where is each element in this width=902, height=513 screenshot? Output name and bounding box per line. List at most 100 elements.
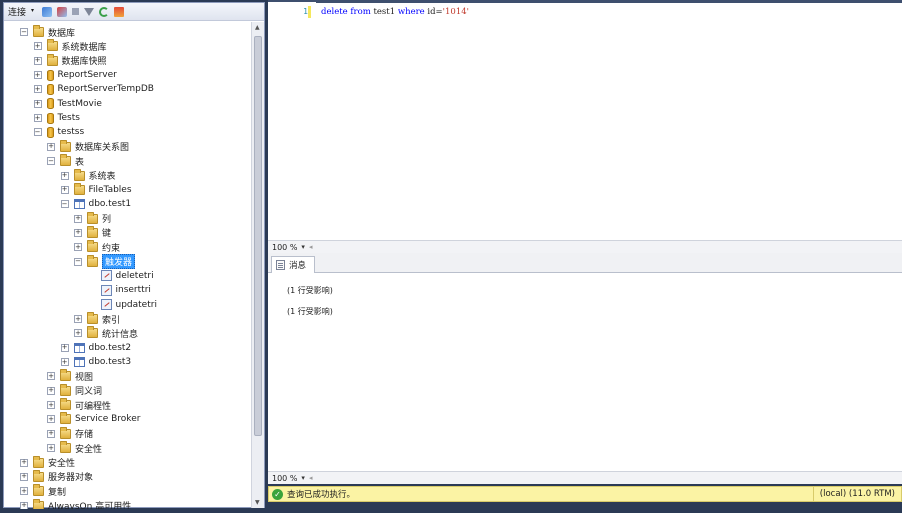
tree-node-label[interactable]: 数据库 — [48, 26, 75, 39]
tree-node[interactable]: − 数据库 — [20, 25, 75, 39]
expand-icon[interactable]: + — [60, 343, 69, 352]
expand-icon[interactable]: + — [33, 42, 42, 51]
tree-node[interactable]: + 数据库关系图 — [47, 139, 129, 154]
tree-node-label[interactable]: testss — [58, 127, 85, 137]
object-explorer-scrollbar[interactable]: ▲ ▼ — [251, 22, 264, 508]
filter-icon[interactable] — [84, 7, 95, 16]
tree-node-label[interactable]: 数据库快照 — [62, 54, 107, 67]
expand-icon[interactable]: + — [47, 429, 55, 438]
tree-node[interactable]: + 安全性 — [47, 441, 102, 455]
tree-node[interactable]: − testss — [33, 125, 85, 139]
expand-icon[interactable]: + — [47, 415, 55, 424]
tree-node-label[interactable]: 索引 — [102, 313, 120, 326]
tree-node[interactable]: + 系统数据库 — [33, 39, 107, 53]
expand-icon[interactable]: + — [74, 329, 82, 338]
tree-node-label[interactable]: 安全性 — [75, 442, 102, 455]
collapse-icon[interactable]: − — [33, 128, 42, 137]
tree-node-label[interactable]: deletetri — [116, 271, 154, 281]
tree-node[interactable]: + dbo.test3 — [60, 355, 132, 369]
expand-icon[interactable]: + — [47, 372, 55, 381]
tree-node[interactable]: + AlwaysOn 高可用性 — [20, 498, 131, 509]
tree-node-label[interactable]: ReportServerTempDB — [58, 84, 154, 94]
expand-icon[interactable]: + — [33, 114, 42, 123]
tree-node[interactable]: + 统计信息 — [74, 326, 138, 340]
tree-node-label[interactable]: dbo.test3 — [89, 357, 132, 367]
tree-node[interactable]: + 索引 — [74, 312, 120, 326]
tree-node-label[interactable]: 约束 — [102, 241, 120, 254]
tree-node-label[interactable]: 可编程性 — [75, 399, 111, 412]
scrollbar-thumb[interactable] — [254, 36, 262, 436]
expand-icon[interactable]: + — [74, 243, 82, 252]
results-zoom-dropdown-icon[interactable]: ▾ — [301, 474, 305, 482]
tree-node-label[interactable]: 同义词 — [75, 384, 102, 397]
expand-icon[interactable]: + — [33, 85, 42, 94]
results-zoom-value[interactable]: 100 % — [272, 474, 297, 483]
results-scroll-left-icon[interactable]: ◂ — [309, 474, 313, 482]
tree-node-label[interactable]: 系统数据库 — [62, 40, 107, 53]
tree-node-label[interactable]: 统计信息 — [102, 327, 138, 340]
tree-node[interactable]: inserttri — [88, 283, 151, 297]
tree-node-label[interactable]: 系统表 — [89, 169, 116, 182]
tree-node[interactable]: + 视图 — [47, 369, 93, 383]
collapse-icon[interactable]: − — [74, 257, 82, 266]
tree-node[interactable]: + TestMovie — [33, 97, 102, 111]
expand-icon[interactable]: + — [20, 501, 28, 509]
tree-node[interactable]: + 系统表 — [60, 168, 116, 183]
tree-node-label[interactable]: FileTables — [89, 185, 132, 195]
tree-node[interactable]: + dbo.test2 — [60, 341, 131, 355]
expand-icon[interactable]: + — [74, 228, 82, 237]
tree-node[interactable]: + FileTables — [60, 182, 132, 197]
tree-node[interactable]: updatetri — [88, 298, 157, 312]
expand-icon[interactable]: + — [33, 71, 42, 80]
tab-messages[interactable]: 消息 — [271, 256, 315, 273]
editor-scroll-left-icon[interactable]: ◂ — [309, 243, 313, 251]
expand-icon[interactable]: + — [47, 401, 55, 410]
tree-node-label[interactable]: Service Broker — [75, 414, 140, 424]
connect-object-icon[interactable] — [42, 6, 53, 17]
stop-icon[interactable] — [72, 8, 80, 15]
tree-node-label[interactable]: 安全性 — [48, 456, 75, 469]
query-editor[interactable]: 1 delete from test1 where id='1014' — [268, 0, 902, 240]
tree-node[interactable]: + 存储 — [47, 426, 93, 441]
expand-icon[interactable]: + — [20, 472, 28, 481]
tree-node[interactable]: − 表 — [47, 154, 84, 168]
tree-node-label[interactable]: 表 — [75, 155, 84, 168]
expand-icon[interactable]: + — [20, 458, 28, 467]
expand-icon[interactable]: + — [60, 185, 69, 194]
sql-code-line[interactable]: delete from test1 where id='1014' — [321, 7, 469, 17]
collapse-icon[interactable]: − — [20, 28, 28, 36]
tree-node[interactable]: − 触发器 — [74, 254, 136, 270]
expand-icon[interactable]: + — [47, 142, 55, 151]
collapse-icon[interactable]: − — [47, 157, 55, 166]
scroll-up-icon[interactable]: ▲ — [255, 24, 260, 31]
tree-node[interactable]: + 服务器对象 — [20, 469, 93, 484]
tree-node-label[interactable]: Tests — [58, 113, 80, 123]
expand-icon[interactable]: + — [20, 487, 28, 496]
tree-node[interactable]: deletetri — [88, 269, 154, 283]
collapse-icon[interactable]: − — [60, 200, 69, 209]
expand-icon[interactable]: + — [33, 99, 42, 108]
tree-node-label[interactable]: 视图 — [75, 370, 93, 383]
expand-icon[interactable]: + — [60, 171, 69, 180]
tree-node[interactable]: + 复制 — [20, 484, 66, 498]
tree-node[interactable]: + Tests — [33, 111, 80, 125]
expand-icon[interactable]: + — [33, 56, 42, 65]
expand-icon[interactable]: + — [47, 444, 55, 453]
tree-node-label[interactable]: 存储 — [75, 427, 93, 440]
tree-node-label[interactable]: ReportServer — [58, 70, 117, 80]
tree-node-label[interactable]: TestMovie — [58, 99, 102, 109]
connect-button[interactable]: 连接 — [8, 5, 26, 18]
tree-node-label[interactable]: 复制 — [48, 485, 66, 498]
tree-node-label[interactable]: dbo.test1 — [89, 199, 132, 209]
tree-node[interactable]: + 列 — [74, 211, 111, 226]
tree-node[interactable]: + 键 — [74, 225, 111, 240]
tree-node-label[interactable]: AlwaysOn 高可用性 — [48, 499, 131, 509]
editor-zoom-dropdown-icon[interactable]: ▾ — [301, 243, 305, 251]
tree-node-label[interactable]: updatetri — [116, 300, 157, 310]
refresh-icon[interactable] — [99, 6, 110, 17]
tree-node-label[interactable]: 触发器 — [102, 254, 136, 270]
tree-node[interactable]: + 安全性 — [20, 455, 75, 470]
disconnect-icon[interactable] — [57, 6, 68, 17]
connect-dropdown-icon[interactable]: ▾ — [31, 7, 37, 17]
tree-node[interactable]: − dbo.test1 — [60, 197, 132, 211]
